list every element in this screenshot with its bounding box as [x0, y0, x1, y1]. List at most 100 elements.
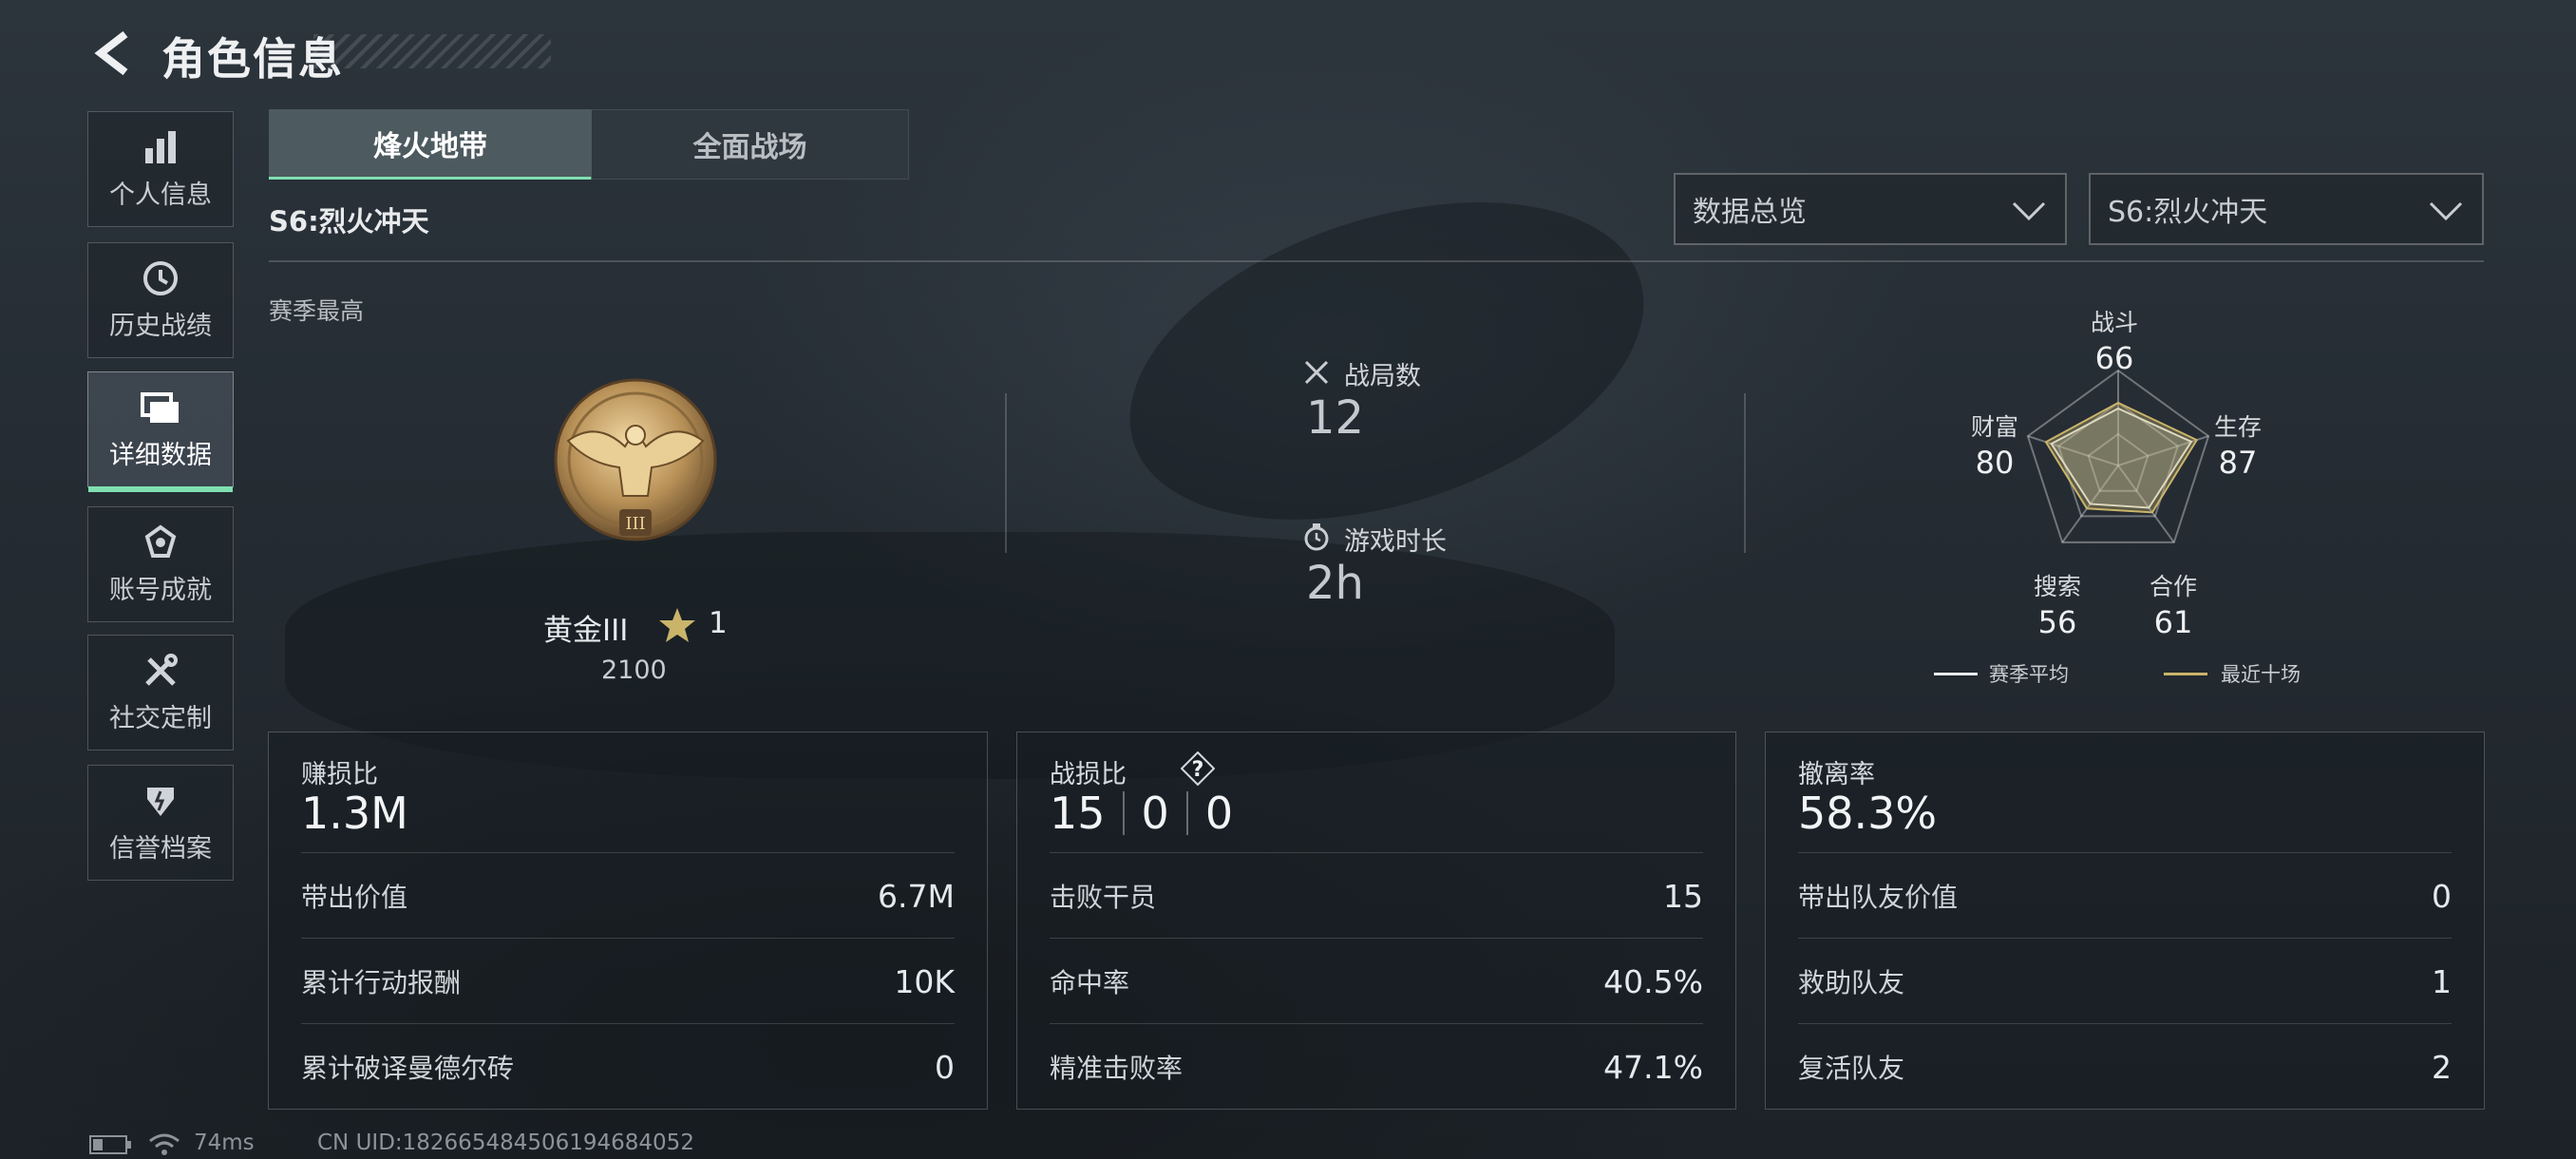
star-icon	[659, 608, 695, 642]
badge-icon	[140, 523, 181, 561]
playtime-value: 2h	[1306, 557, 1364, 610]
history-clock-icon	[140, 259, 181, 297]
sidebar-item-label: 账号成就	[109, 575, 212, 605]
stat-row: 累计破译曼德尔砖 0	[301, 1023, 955, 1110]
page-title: 角色信息	[161, 33, 344, 85]
row-label: 命中率	[1050, 967, 1130, 998]
radar-axis-label: 财富	[1970, 413, 2018, 441]
row-label: 带出价值	[301, 882, 408, 913]
stat-row: 命中率 40.5%	[1050, 938, 1703, 1024]
rank-score: 2100	[601, 656, 667, 685]
row-label: 带出队友价值	[1798, 882, 1959, 913]
ping-value: 74ms	[194, 1130, 255, 1155]
help-icon[interactable]: ?	[1181, 751, 1215, 786]
folder-icon	[140, 389, 181, 427]
row-value: 6.7M	[878, 877, 955, 915]
sidebar-item-label: 个人信息	[109, 180, 212, 210]
chevron-down-icon	[2429, 201, 2463, 221]
divider	[1005, 393, 1007, 553]
row-value: 1	[2432, 962, 2452, 1000]
stat-row: 击败干员 15	[1050, 852, 1703, 939]
row-value: 15	[1663, 877, 1703, 915]
row-label: 救助队友	[1798, 967, 1905, 998]
radar-axis-label: 生存	[2213, 413, 2262, 441]
extract-panel: 撤离率 58.3% 带出队友价值 0 救助队友 1 复活队友 2	[1765, 732, 2485, 1110]
stopwatch-icon	[1304, 523, 1329, 551]
chevron-down-icon	[2012, 201, 2046, 221]
row-label: 累计行动报酬	[301, 967, 462, 998]
row-value: 47.1%	[1603, 1048, 1703, 1086]
profit-label: 赚损比	[301, 760, 378, 789]
stat-row: 精准击败率 47.1%	[1050, 1023, 1703, 1110]
sidebar-item-personal-info[interactable]: 个人信息	[87, 111, 234, 227]
combat-label: 战损比	[1050, 760, 1127, 789]
row-value: 2	[2432, 1048, 2452, 1086]
playtime-label: 游戏时长	[1344, 527, 1447, 557]
row-label: 复活队友	[1798, 1053, 1905, 1084]
radar-axis-label: 战斗	[2090, 309, 2138, 336]
dropdown-value: S6:烈火冲天	[2108, 196, 2268, 229]
gold-rank-medal-icon: III	[554, 378, 717, 542]
tab-battlefield[interactable]: 全面战场	[591, 109, 909, 180]
sidebar-item-label: 信誉档案	[109, 833, 212, 864]
sidebar-item-social[interactable]: 社交定制	[87, 635, 234, 750]
legend-season-avg: 赛季平均	[1989, 663, 2069, 686]
profit-value: 1.3M	[301, 788, 408, 839]
sidebar-item-detailed-data[interactable]: 详细数据	[87, 371, 234, 492]
kd-kills: 15	[1050, 788, 1106, 839]
season-best-label: 赛季最高	[269, 297, 365, 325]
stat-row: 累计行动报酬 10K	[301, 938, 955, 1024]
wifi-icon	[149, 1133, 180, 1155]
stat-row: 复活队友 2	[1798, 1023, 2452, 1110]
radar-axis-value: 66	[2094, 340, 2134, 376]
kd-separator	[1122, 791, 1125, 835]
sidebar-item-history[interactable]: 历史战绩	[87, 242, 234, 358]
tab-warzone[interactable]: 烽火地带	[269, 109, 592, 180]
radar-axis-value: 87	[2218, 445, 2258, 481]
sidebar-item-label: 社交定制	[109, 703, 212, 733]
title-decoration	[313, 34, 551, 68]
row-label: 累计破译曼德尔砖	[301, 1053, 515, 1084]
combat-panel: 战损比 ? 15 0 0 击败干员 15 命中率 40.5% 精准击败率 47.1%	[1016, 732, 1736, 1110]
extract-value: 58.3%	[1798, 788, 1938, 839]
kd-separator	[1185, 791, 1188, 835]
matches-value: 12	[1306, 391, 1365, 445]
rank-name: 黄金III	[543, 614, 629, 648]
season-label: S6:烈火冲天	[269, 205, 429, 238]
tab-label: 烽火地带	[373, 129, 487, 163]
season-dropdown[interactable]: S6:烈火冲天	[2089, 173, 2484, 245]
radar-axis-label: 合作	[2149, 573, 2197, 600]
stat-row: 救助队友 1	[1798, 938, 2452, 1024]
sidebar-item-reputation[interactable]: 信誉档案	[87, 765, 234, 881]
svg-text:?: ?	[1192, 758, 1204, 782]
uid-text: CN UID:182665484506194684052	[317, 1130, 694, 1155]
rank-stars: 1	[709, 606, 728, 640]
extract-label: 撤离率	[1798, 760, 1875, 789]
radar-axis-value: 61	[2153, 604, 2193, 640]
row-label: 精准击败率	[1050, 1053, 1184, 1084]
divider	[1744, 393, 1746, 553]
stat-row: 带出价值 6.7M	[301, 852, 955, 939]
shield-icon	[140, 782, 181, 820]
svg-text:III: III	[625, 514, 645, 534]
radar-axis-label: 搜索	[2033, 573, 2081, 600]
view-dropdown[interactable]: 数据总览	[1674, 173, 2067, 245]
back-arrow-icon[interactable]	[87, 28, 137, 78]
crossed-swords-icon	[1304, 360, 1329, 385]
bar-chart-icon	[140, 128, 181, 166]
row-value: 10K	[894, 962, 955, 1000]
kd-other: 0	[1204, 788, 1234, 839]
tools-icon	[140, 652, 181, 690]
matches-label: 战局数	[1344, 362, 1421, 391]
dropdown-value: 数据总览	[1693, 196, 1807, 229]
kd-deaths: 0	[1141, 788, 1169, 839]
sidebar-item-achievements[interactable]: 账号成就	[87, 506, 234, 622]
divider	[269, 260, 2484, 262]
sidebar-item-label: 历史战绩	[109, 311, 212, 341]
stat-row: 带出队友价值 0	[1798, 852, 2452, 939]
row-value: 0	[2432, 877, 2452, 915]
legend-swatch-recent	[2164, 673, 2207, 675]
radar-recent-ten	[2044, 401, 2199, 514]
radar-axis-value: 56	[2037, 604, 2077, 640]
row-label: 击败干员	[1050, 882, 1157, 913]
